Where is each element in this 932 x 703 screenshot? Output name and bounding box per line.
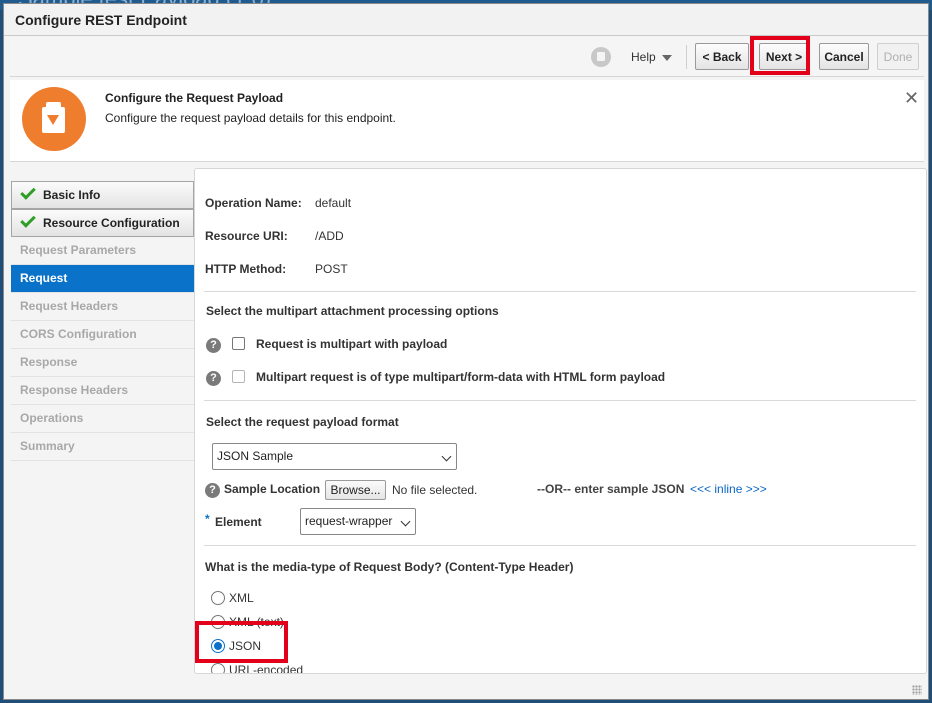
chevron-down-icon: [441, 451, 452, 462]
nav-item-request-parameters: Request Parameters: [11, 237, 194, 265]
request-payload-panel: Operation Name: default Resource URI: /A…: [194, 168, 927, 674]
or-enter-sample-json-text: --OR-- enter sample JSON: [537, 482, 685, 496]
multipart-with-payload-label: Request is multipart with payload: [256, 337, 448, 351]
http-method-label: HTTP Method:: [205, 262, 287, 276]
media-type-radio-xml[interactable]: [211, 591, 225, 605]
media-type-label-xml-text: XML (text): [229, 615, 284, 629]
media-type-label-url-encoded: URL-encoded: [229, 663, 304, 674]
nav-item-summary: Summary: [11, 433, 194, 461]
media-type-section-label: What is the media-type of Request Body? …: [205, 560, 574, 574]
payload-format-value: JSON Sample: [217, 449, 294, 463]
toolbar-divider: [686, 45, 687, 69]
nav-item-label: Resource Configuration: [43, 216, 180, 230]
payload-clipboard-icon: [22, 87, 86, 151]
nav-item-request[interactable]: Request: [11, 265, 194, 293]
operation-name-label: Operation Name:: [205, 196, 302, 210]
nav-item-cors-configuration: CORS Configuration: [11, 321, 194, 349]
nav-item-response-headers: Response Headers: [11, 377, 194, 405]
check-icon: [20, 212, 36, 228]
nav-item-resource-configuration[interactable]: Resource Configuration: [11, 209, 194, 237]
payload-format-select[interactable]: JSON Sample: [212, 443, 457, 470]
multipart-form-data-checkbox[interactable]: [232, 370, 245, 383]
wizard-toolbar: Help < Back Next > Cancel Done: [10, 37, 924, 77]
section-divider: [204, 291, 916, 292]
element-required-marker: *: [205, 512, 210, 526]
next-button[interactable]: Next >: [759, 43, 809, 70]
payload-format-section-label: Select the request payload format: [206, 415, 399, 429]
nav-item-basic-info[interactable]: Basic Info: [11, 181, 194, 209]
multipart-form-data-label: Multipart request is of type multipart/f…: [256, 370, 666, 384]
check-icon: [20, 184, 36, 200]
element-select[interactable]: request-wrapper: [300, 508, 416, 535]
multipart-section-label: Select the multipart attachment processi…: [206, 304, 499, 318]
resize-grip-icon[interactable]: [912, 685, 922, 695]
section-divider: [204, 545, 916, 546]
media-type-radio-url-encoded[interactable]: [211, 663, 225, 673]
http-method-value: POST: [315, 262, 348, 276]
resource-uri-label: Resource URI:: [205, 229, 288, 243]
help-topic-icon[interactable]: [591, 47, 611, 67]
help-icon[interactable]: ?: [206, 338, 221, 353]
media-type-radio-json[interactable]: [211, 639, 225, 653]
sample-location-label: Sample Location: [224, 482, 321, 496]
inline-json-link[interactable]: <<< inline >>>: [690, 482, 767, 496]
resource-uri-value: /ADD: [315, 229, 344, 243]
done-button: Done: [877, 43, 919, 70]
nav-item-label: Basic Info: [43, 188, 101, 202]
nav-item-request-headers: Request Headers: [11, 293, 194, 321]
close-icon[interactable]: ✕: [904, 89, 919, 107]
nav-item-operations: Operations: [11, 405, 194, 433]
configure-rest-endpoint-dialog: Configure REST Endpoint Help < Back Next…: [3, 3, 929, 700]
wizard-step-nav: Basic Info Resource Configuration Reques…: [11, 181, 194, 461]
multipart-with-payload-checkbox[interactable]: [232, 337, 245, 350]
dialog-titlebar: Configure REST Endpoint: [4, 4, 928, 36]
help-menu-label: Help: [631, 50, 656, 64]
no-file-selected-text: No file selected.: [392, 483, 478, 497]
operation-name-value: default: [315, 196, 352, 210]
element-label: Element: [215, 515, 262, 529]
step-header: Configure the Request Payload Configure …: [10, 80, 924, 162]
media-type-radio-xml-text[interactable]: [211, 615, 225, 629]
element-value: request-wrapper: [305, 514, 393, 528]
step-description: Configure the request payload details fo…: [105, 111, 396, 125]
required-star: *: [205, 512, 210, 526]
step-title: Configure the Request Payload: [105, 91, 284, 105]
browse-button[interactable]: Browse...: [325, 480, 386, 500]
help-icon[interactable]: ?: [205, 483, 220, 498]
help-menu[interactable]: Help: [631, 50, 672, 64]
media-type-label-json: JSON: [229, 639, 262, 653]
section-divider: [204, 400, 916, 401]
nav-item-response: Response: [11, 349, 194, 377]
media-type-label-xml: XML: [229, 591, 254, 605]
help-icon[interactable]: ?: [206, 371, 221, 386]
cancel-button[interactable]: Cancel: [819, 43, 869, 70]
chevron-down-icon: [400, 516, 411, 527]
back-button[interactable]: < Back: [695, 43, 749, 70]
chevron-down-icon: [661, 54, 672, 61]
dialog-title: Configure REST Endpoint: [15, 12, 187, 28]
